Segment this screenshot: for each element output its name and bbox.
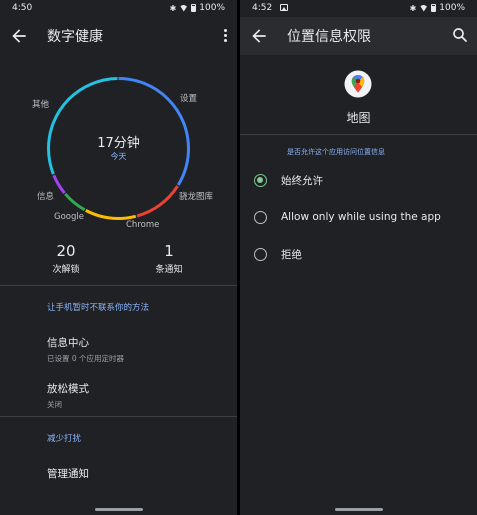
status-bar: 4:52 ✱ 100% — [240, 0, 477, 17]
segment-label-google: Google — [54, 212, 84, 222]
option-allow-while-using[interactable]: Allow only while using the app — [240, 199, 477, 235]
segment-label-settings: 设置 — [180, 94, 198, 104]
list-item-title: 放松模式 — [47, 383, 89, 395]
option-label: 拒绝 — [281, 248, 302, 261]
segment-label-chrome: Chrome — [126, 220, 160, 230]
gallery-notification-icon — [280, 4, 288, 11]
battery-percent: 100% — [199, 3, 225, 13]
option-deny[interactable]: 拒绝 — [240, 236, 477, 272]
more-options-icon[interactable] — [223, 29, 227, 43]
status-bar: 4:50 ✱ 100% — [0, 0, 237, 17]
digital-wellbeing-screen: 4:50 ✱ 100% 数字健康 17分钟 今天 设置 骁龙图库 Chrome … — [0, 0, 237, 515]
radio-button[interactable] — [254, 247, 267, 261]
list-item-subtitle: 已设置 0 个应用定时器 — [47, 354, 125, 363]
gesture-nav-handle[interactable] — [94, 508, 143, 511]
list-item-title: 管理通知 — [47, 468, 89, 480]
list-item-manage-notifications[interactable]: 管理通知 — [47, 466, 237, 481]
unlocks-stat[interactable]: 20 次解锁 — [48, 242, 84, 275]
list-item-dashboard[interactable]: 信息中心 已设置 0 个应用定时器 — [47, 335, 237, 364]
notifications-stat[interactable]: 1 条通知 — [151, 242, 187, 275]
section-header-location-access: 是否允许这个应用访问位置信息 — [287, 148, 385, 156]
divider — [240, 134, 477, 135]
gesture-nav-handle[interactable] — [334, 508, 383, 511]
segment-label-gallery: 骁龙图库 — [179, 192, 214, 202]
battery-icon — [191, 4, 197, 12]
divider — [0, 416, 237, 417]
list-item-title: 信息中心 — [47, 337, 89, 349]
option-label: 始终允许 — [281, 174, 323, 187]
location-permission-screen: 4:52 ✱ 100% 位置信息权限 地图 是否允许这个应用访问位置信息 始终允… — [240, 0, 477, 515]
segment-label-messages: 信息 — [37, 192, 55, 202]
back-arrow-icon[interactable] — [9, 26, 29, 46]
status-time: 4:52 — [252, 3, 273, 13]
app-bar: 位置信息权限 — [240, 17, 477, 55]
usage-dashboard[interactable]: 17分钟 今天 设置 骁龙图库 Chrome Google 信息 其他 — [0, 65, 237, 235]
wifi-icon — [179, 4, 189, 12]
app-name: 地图 — [346, 111, 371, 125]
list-item-wind-down[interactable]: 放松模式 关闭 — [47, 381, 237, 410]
page-title: 数字健康 — [47, 29, 103, 45]
radio-button-selected[interactable] — [254, 173, 267, 187]
bluetooth-icon: ✱ — [169, 3, 177, 13]
period-label: 今天 — [110, 152, 127, 161]
back-arrow-icon[interactable] — [249, 26, 269, 46]
battery-percent: 100% — [439, 3, 465, 13]
search-icon[interactable] — [451, 26, 469, 44]
option-label: Allow only while using the app — [281, 211, 441, 223]
wifi-icon — [419, 4, 429, 12]
battery-icon — [431, 4, 437, 12]
google-maps-icon — [344, 70, 372, 98]
status-time: 4:50 — [12, 3, 33, 13]
system-icons: ✱ 100% — [170, 3, 225, 13]
section-header-disconnect: 让手机暂时不联系你的方法 — [47, 303, 150, 313]
radio-button[interactable] — [254, 210, 267, 224]
list-item-subtitle: 关闭 — [47, 400, 62, 409]
section-header-reduce-interruptions: 减少打扰 — [47, 434, 82, 444]
page-title: 位置信息权限 — [287, 29, 371, 45]
system-icons: ✱ 100% — [410, 3, 465, 13]
bluetooth-icon: ✱ — [409, 3, 417, 13]
app-bar: 数字健康 — [0, 17, 237, 55]
segment-label-other: 其他 — [32, 100, 50, 110]
total-screen-time: 17分钟 — [97, 136, 140, 151]
unlocks-count: 20 — [56, 242, 76, 260]
unlocks-label: 次解锁 — [52, 265, 80, 275]
notifications-label: 条通知 — [155, 265, 183, 275]
divider — [0, 285, 237, 286]
notifications-count: 1 — [164, 242, 174, 260]
option-allow-all-the-time[interactable]: 始终允许 — [240, 162, 477, 198]
